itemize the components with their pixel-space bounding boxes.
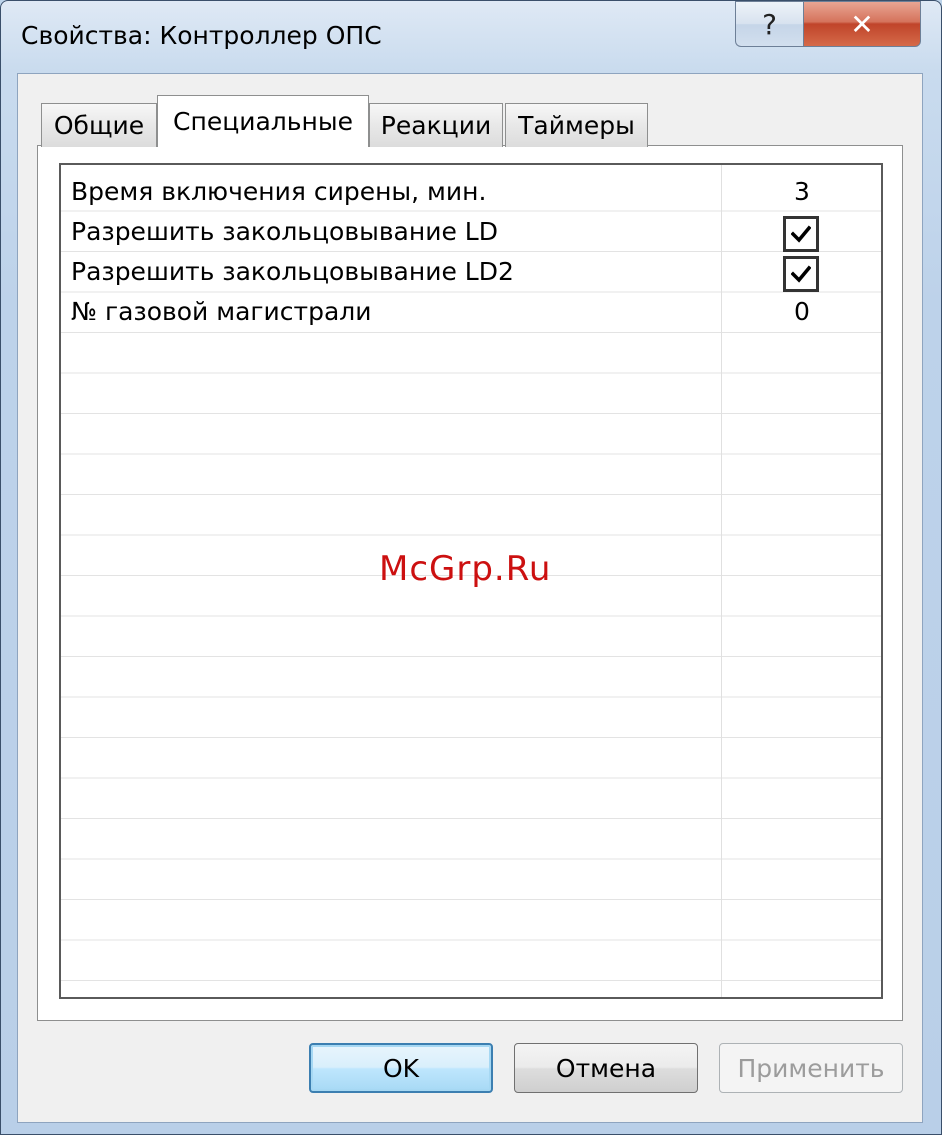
checkmark-icon	[791, 265, 811, 283]
tab-general[interactable]: Общие	[41, 103, 157, 147]
tab-special[interactable]: Специальные	[157, 95, 369, 147]
dialog-window: Свойства: Контроллер ОПС ? ✕ Общие Специ…	[0, 0, 942, 1135]
watermark: McGrp.Ru	[379, 549, 552, 589]
property-row-gas-line[interactable]: № газовой магистрали 0	[61, 291, 881, 331]
close-button[interactable]: ✕	[803, 1, 921, 47]
property-row-siren-time[interactable]: Время включения сирены, мин. 3	[61, 171, 881, 211]
close-icon: ✕	[850, 7, 874, 41]
ok-button[interactable]: OK	[309, 1043, 493, 1093]
cancel-button[interactable]: Отмена	[514, 1043, 698, 1093]
help-icon: ?	[762, 7, 777, 41]
property-row-loop-ld2[interactable]: Разрешить закольцовывание LD2	[61, 251, 881, 292]
property-label: Время включения сирены, мин.	[71, 177, 487, 206]
property-label: № газовой магистрали	[71, 297, 372, 326]
property-label: Разрешить закольцовывание LD2	[71, 257, 514, 286]
apply-button[interactable]: Применить	[719, 1043, 903, 1093]
property-label: Разрешить закольцовывание LD	[71, 217, 498, 246]
checkmark-icon	[791, 225, 811, 243]
help-button[interactable]: ?	[735, 1, 803, 47]
loop-ld-checkbox[interactable]	[783, 216, 819, 252]
property-row-loop-ld[interactable]: Разрешить закольцовывание LD	[61, 211, 881, 252]
caption-buttons: ? ✕	[735, 1, 921, 47]
gas-line-value[interactable]: 0	[721, 297, 881, 326]
tab-timers[interactable]: Таймеры	[505, 103, 648, 147]
tab-reactions[interactable]: Реакции	[369, 103, 503, 147]
window-title: Свойства: Контроллер ОПС	[21, 21, 382, 50]
siren-time-value[interactable]: 3	[721, 177, 881, 206]
loop-ld2-checkbox[interactable]	[783, 256, 819, 292]
